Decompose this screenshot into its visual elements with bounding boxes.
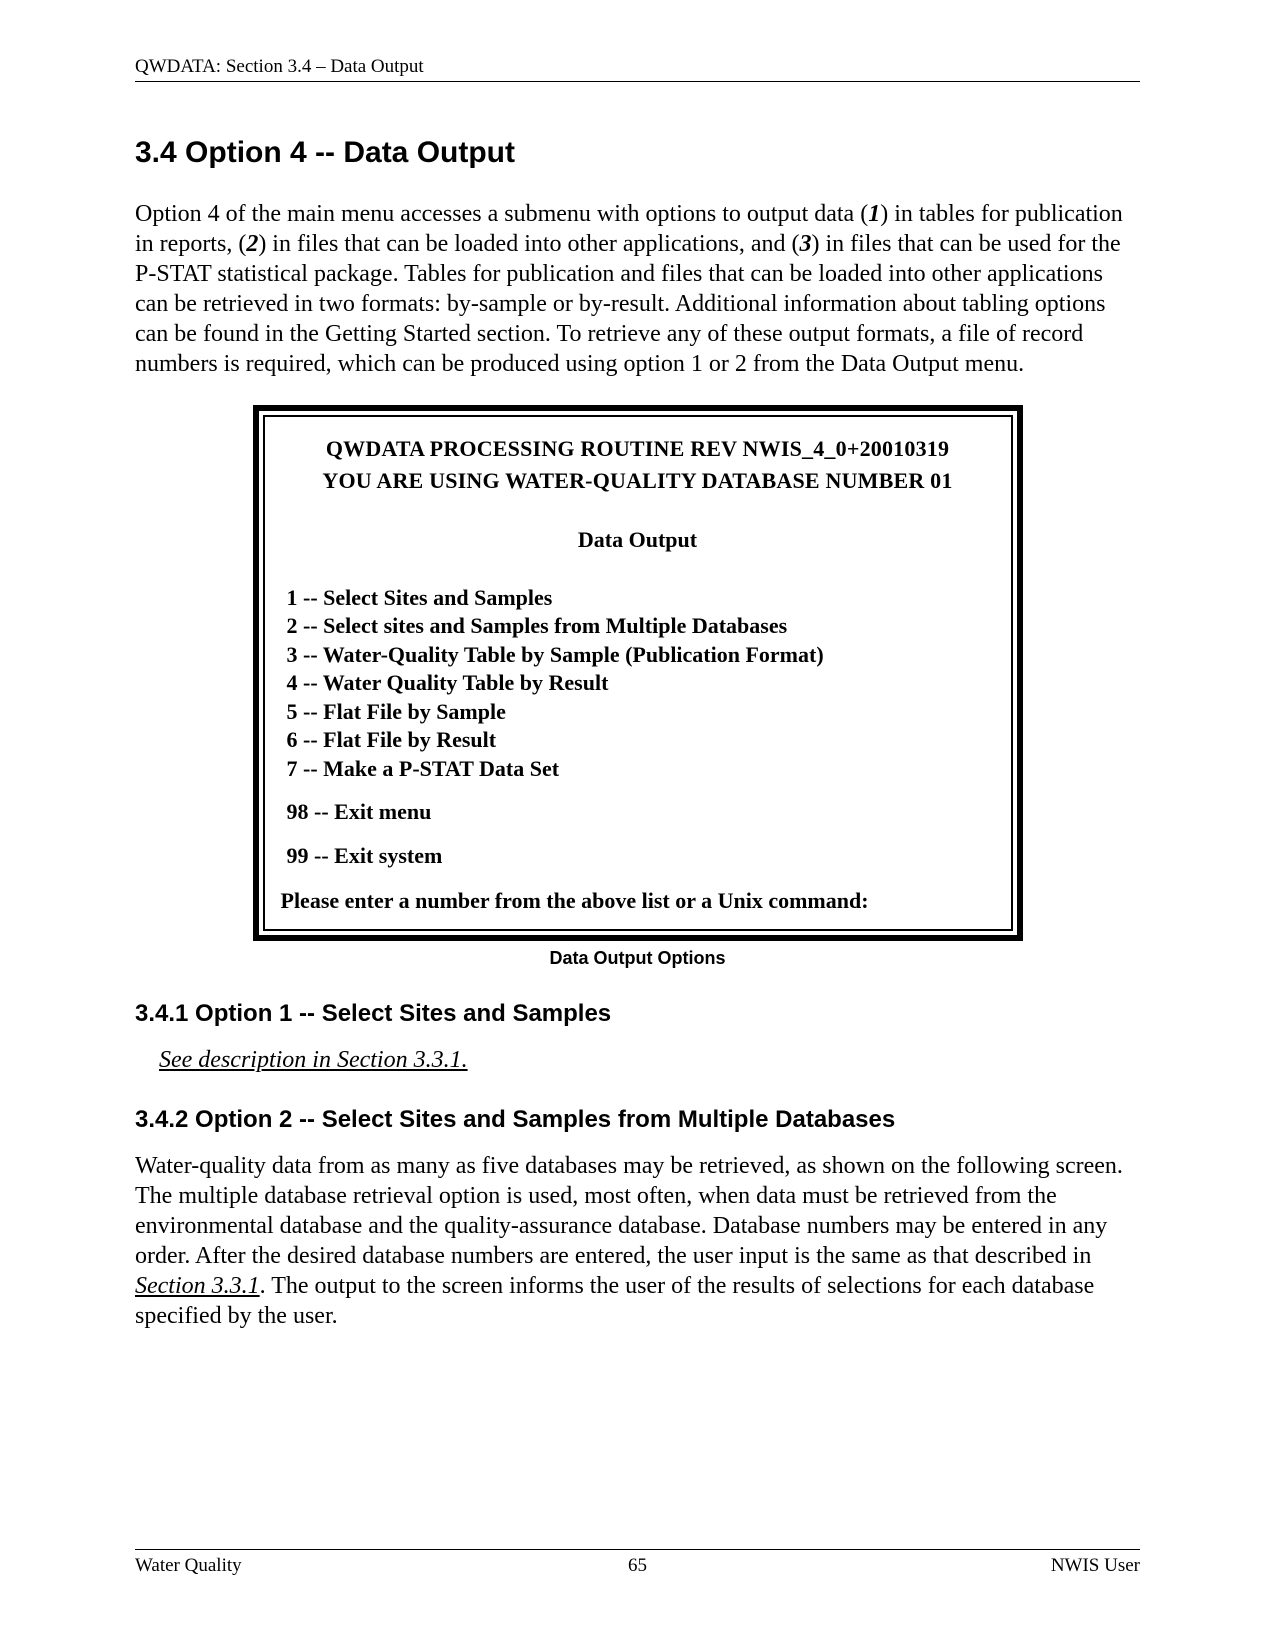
cross-reference-link[interactable]: Section 3.3.1 — [135, 1273, 260, 1299]
subsection-title-1: 3.4.1 Option 1 -- Select Sites and Sampl… — [135, 999, 1140, 1029]
menu-item: 5 -- Flat File by Sample — [287, 698, 995, 726]
page-footer: Water Quality 65 NWIS User — [135, 1549, 1140, 1578]
menu-item-98: 98 -- Exit menu — [287, 798, 995, 826]
subsection-title-2: 3.4.2 Option 2 -- Select Sites and Sampl… — [135, 1105, 1140, 1135]
bold-3: 3 — [799, 231, 811, 257]
menu-item: 6 -- Flat File by Result — [287, 726, 995, 754]
intro-text: ) in files that can be loaded into other… — [258, 231, 799, 257]
menu-item: 3 -- Water-Quality Table by Sample (Publ… — [287, 641, 995, 669]
section-title: 3.4 Option 4 -- Data Output — [135, 134, 1140, 172]
menu-header-line1: QWDATA PROCESSING ROUTINE REV NWIS_4_0+2… — [281, 435, 995, 463]
menu-item: 1 -- Select Sites and Samples — [287, 584, 995, 612]
intro-paragraph: Option 4 of the main menu accesses a sub… — [135, 199, 1140, 379]
page-number: 65 — [135, 1554, 1140, 1578]
bold-2: 2 — [246, 231, 258, 257]
figure-caption: Data Output Options — [135, 947, 1140, 970]
sub2-paragraph: Water-quality data from as many as five … — [135, 1151, 1140, 1331]
menu-item-99: 99 -- Exit system — [287, 842, 995, 870]
menu-item: 2 -- Select sites and Samples from Multi… — [287, 612, 995, 640]
menu-box: QWDATA PROCESSING ROUTINE REV NWIS_4_0+2… — [253, 405, 1023, 941]
intro-text: Option 4 of the main menu accesses a sub… — [135, 201, 868, 227]
menu-item: 7 -- Make a P-STAT Data Set — [287, 755, 995, 783]
running-head: QWDATA: Section 3.4 – Data Output — [135, 55, 1140, 82]
menu-items: 1 -- Select Sites and Samples 2 -- Selec… — [287, 584, 995, 870]
bold-1: 1 — [868, 201, 880, 227]
menu-prompt: Please enter a number from the above lis… — [281, 887, 995, 915]
sub2-text: Water-quality data from as many as five … — [135, 1153, 1123, 1269]
sub2-text: . The output to the screen informs the u… — [135, 1273, 1094, 1329]
see-description-link[interactable]: See description in Section 3.3.1. — [159, 1045, 1140, 1075]
menu-title: Data Output — [281, 526, 995, 554]
menu-header-line2: YOU ARE USING WATER-QUALITY DATABASE NUM… — [281, 467, 995, 495]
menu-item: 4 -- Water Quality Table by Result — [287, 669, 995, 697]
